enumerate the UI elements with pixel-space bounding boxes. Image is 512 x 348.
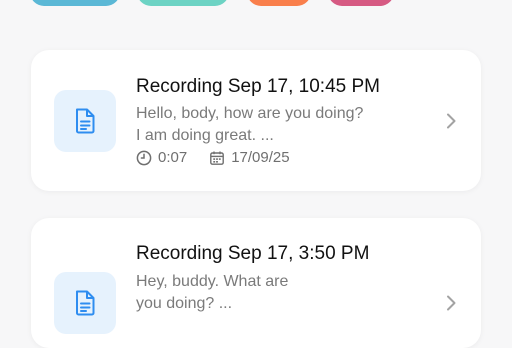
transcript-preview-line: Hey, buddy. What are bbox=[136, 273, 289, 290]
clock-icon bbox=[136, 150, 152, 165]
document-icon bbox=[76, 108, 95, 134]
duration: 0:07 bbox=[136, 149, 187, 166]
recording-card[interactable]: Recording Sep 17, 10:45 PM Hello, body, … bbox=[31, 50, 481, 191]
transcript-preview: Hey, buddy. What are you doing? ... bbox=[136, 271, 416, 315]
recording-meta: 0:07 17/09/25 bbox=[136, 149, 290, 166]
top-action-pill-pink[interactable] bbox=[328, 0, 394, 6]
transcript-preview-line: Hello, body, how are you doing? bbox=[136, 105, 364, 122]
recording-title: Recording Sep 17, 3:50 PM bbox=[136, 243, 370, 264]
top-action-pill-orange[interactable] bbox=[247, 0, 311, 6]
top-action-pill-blue[interactable] bbox=[30, 0, 120, 6]
chevron-right-icon[interactable] bbox=[445, 112, 457, 130]
calendar-icon bbox=[210, 151, 225, 165]
transcript-preview: Hello, body, how are you doing? I am doi… bbox=[136, 103, 416, 147]
recording-title: Recording Sep 17, 10:45 PM bbox=[136, 76, 380, 97]
transcript-preview-line: you doing? ... bbox=[136, 295, 233, 312]
duration-value: 0:07 bbox=[158, 149, 188, 166]
top-action-pill-mint[interactable] bbox=[137, 0, 229, 6]
document-icon-tile bbox=[54, 90, 116, 152]
recording-card[interactable]: Recording Sep 17, 3:50 PM Hey, buddy. Wh… bbox=[31, 218, 481, 348]
chevron-right-icon[interactable] bbox=[445, 294, 457, 312]
document-icon-tile bbox=[54, 272, 116, 334]
document-icon bbox=[76, 290, 95, 316]
date: 17/09/25 bbox=[209, 149, 290, 166]
date-value: 17/09/25 bbox=[231, 149, 290, 166]
transcript-preview-line: I am doing great. ... bbox=[136, 127, 274, 144]
